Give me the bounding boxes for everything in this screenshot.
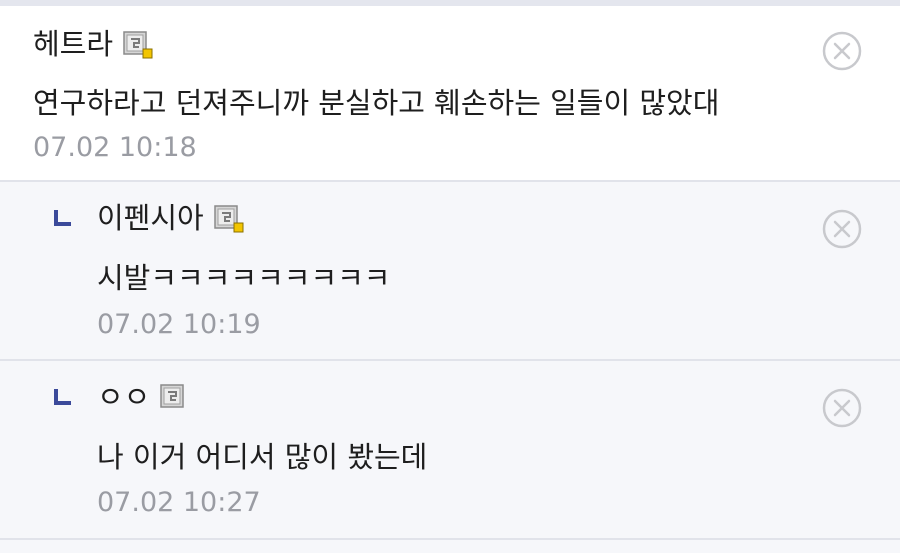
delete-comment-button[interactable] — [822, 388, 862, 428]
comment-author[interactable]: ㅇㅇ — [97, 383, 190, 412]
comment-date: 07.02 10:27 — [97, 487, 261, 518]
close-circle-icon — [822, 388, 862, 428]
comment-text: 시발ㅋㅋㅋㅋㅋㅋㅋㅋㅋ — [97, 261, 391, 295]
reply-arrow-icon — [54, 210, 71, 226]
comment-author[interactable]: 헤트라 — [33, 30, 153, 59]
delete-comment-button[interactable] — [822, 209, 862, 249]
close-circle-icon — [822, 31, 862, 71]
close-circle-icon — [822, 209, 862, 249]
list-footer-space — [0, 540, 900, 553]
reply-item: 이펜시아 시발ㅋㅋㅋㅋㅋㅋㅋㅋㅋ 07.02 10:19 — [0, 182, 900, 361]
comment-text: 연구하라고 던져주니까 분실하고 훼손하는 일들이 많았대 — [33, 86, 720, 120]
delete-comment-button[interactable] — [822, 31, 862, 71]
nickname[interactable]: ㅇㅇ — [97, 383, 150, 412]
comment-item: 헤트라 연구하라고 던져주니까 분실하고 훼손하는 일들이 많았대 07.02 … — [0, 6, 900, 182]
comment-date: 07.02 10:19 — [97, 309, 261, 340]
nickname[interactable]: 이펜시아 — [97, 204, 204, 233]
comment-text: 나 이거 어디서 많이 봤는데 — [97, 440, 428, 474]
reply-arrow-icon — [54, 389, 71, 405]
comment-date: 07.02 10:18 — [33, 132, 197, 163]
gallery-user-icon — [123, 30, 153, 59]
gallery-user-icon — [160, 383, 190, 412]
nickname[interactable]: 헤트라 — [33, 30, 113, 59]
reply-item: ㅇㅇ 나 이거 어디서 많이 봤는데 07.02 10:27 — [0, 361, 900, 540]
gallery-user-icon — [213, 204, 244, 233]
comment-author[interactable]: 이펜시아 — [97, 204, 244, 233]
